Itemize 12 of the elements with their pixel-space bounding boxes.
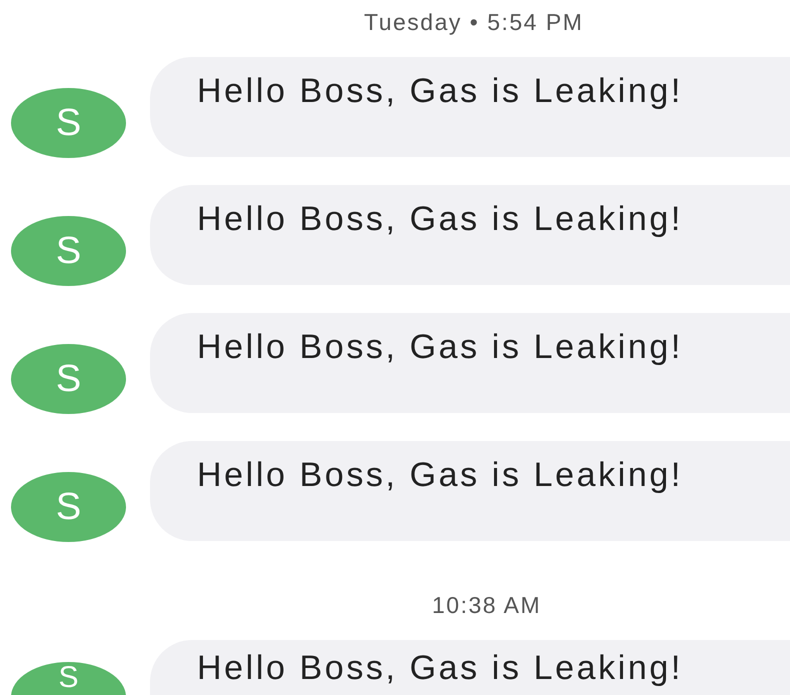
timestamp: 10:38 AM	[432, 591, 542, 619]
avatar: S	[11, 662, 126, 695]
message-bubble: Hello Boss, Gas is Leaking!	[150, 57, 790, 157]
avatar: S	[11, 88, 126, 158]
timestamp: Tuesday • 5:54 PM	[364, 8, 584, 36]
message-bubble: Hello Boss, Gas is Leaking!	[150, 640, 790, 695]
avatar: S	[11, 216, 126, 286]
avatar: S	[11, 472, 126, 542]
message-bubble: Hello Boss, Gas is Leaking!	[150, 313, 790, 413]
avatar: S	[11, 344, 126, 414]
message-bubble: Hello Boss, Gas is Leaking!	[150, 441, 790, 541]
message-bubble: Hello Boss, Gas is Leaking!	[150, 185, 790, 285]
